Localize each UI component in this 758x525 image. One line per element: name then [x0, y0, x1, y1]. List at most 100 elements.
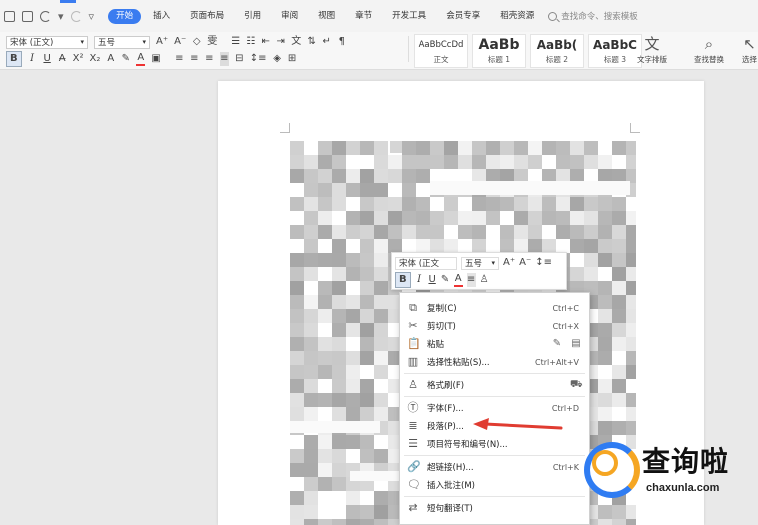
print-preview-icon[interactable]: [22, 10, 33, 22]
menu-item-copy[interactable]: ⧉ 复制(C) Ctrl+C: [400, 299, 589, 317]
clear-format-icon[interactable]: ◇: [192, 35, 201, 49]
select-button[interactable]: ↖ 选择: [742, 34, 757, 65]
paragraph-mark-icon[interactable]: ¶: [337, 35, 346, 49]
sort-icon[interactable]: ⇅: [307, 35, 316, 49]
blur-cell: [458, 155, 472, 169]
paste-keep-format-icon[interactable]: ✎: [551, 338, 563, 350]
borders-icon[interactable]: ⊞: [288, 52, 297, 66]
subscript-icon[interactable]: X₂: [89, 52, 100, 66]
blur-cell: [304, 295, 318, 309]
print-icon[interactable]: [4, 10, 15, 22]
underline-icon[interactable]: U: [428, 273, 437, 287]
blur-cell: [318, 351, 332, 365]
blur-cell: [332, 463, 346, 477]
tab-references[interactable]: 引用: [234, 0, 271, 32]
numbered-list-icon[interactable]: ☷: [246, 35, 255, 49]
blur-cell: [346, 435, 360, 449]
chinese-layout-icon[interactable]: 文: [291, 35, 301, 49]
menu-item-shortcut: Ctrl+X: [552, 321, 579, 331]
grow-font-icon[interactable]: A⁺: [156, 35, 168, 49]
justify-icon[interactable]: ≡: [219, 52, 229, 66]
style-heading-3[interactable]: AaBbC 标题 3: [588, 34, 642, 68]
highlight-icon[interactable]: ✎: [121, 52, 130, 66]
strikethrough-icon[interactable]: A̶: [58, 52, 67, 66]
mini-font-name-select[interactable]: 宋体 (正文: [395, 256, 457, 270]
shrink-font-icon[interactable]: A⁻: [519, 256, 531, 270]
menu-item-bullets-numbering[interactable]: ☰ 项目符号和编号(N)...: [400, 435, 589, 453]
shading-icon[interactable]: ◈: [273, 52, 282, 66]
font-color-icon[interactable]: A: [453, 273, 463, 287]
font-size-select[interactable]: 五号 ▾: [94, 35, 150, 49]
format-painter-icon[interactable]: ♙: [480, 273, 489, 287]
superscript-icon[interactable]: X²: [73, 52, 84, 66]
blur-cell: [304, 169, 318, 183]
customize-dropdown-icon[interactable]: ▿: [89, 11, 95, 22]
bold-icon[interactable]: B: [6, 51, 22, 67]
italic-icon[interactable]: I: [28, 52, 37, 66]
line-spacing-icon[interactable]: ↕≡: [250, 52, 267, 66]
align-center-icon[interactable]: ≡: [190, 52, 199, 66]
undo-dropdown-icon[interactable]: ▾: [58, 11, 64, 22]
tab-developer[interactable]: 开发工具: [382, 0, 436, 32]
grow-font-icon[interactable]: A⁺: [503, 256, 515, 270]
mini-format-row: B I U ✎ A ≡ ♙: [395, 272, 489, 288]
paste-text-only-icon[interactable]: ▤: [570, 338, 582, 350]
show-marks-icon[interactable]: ↵: [322, 35, 331, 49]
shrink-font-icon[interactable]: A⁻: [174, 35, 186, 49]
style-normal[interactable]: AaBbCcDd 正文: [414, 34, 468, 68]
undo-icon[interactable]: [40, 10, 51, 22]
text-effect-icon[interactable]: A: [106, 52, 115, 66]
bold-icon[interactable]: B: [395, 272, 411, 288]
phonetic-icon[interactable]: 雯: [207, 35, 217, 49]
text-layout-button[interactable]: 文 文字排版: [637, 34, 667, 65]
mini-font-size-select[interactable]: 五号 ▾: [461, 256, 499, 270]
menu-item-format-painter[interactable]: ♙ 格式刷(F) ⛟: [400, 376, 589, 394]
menu-item-label: 插入批注(M): [427, 481, 475, 491]
menu-item-font[interactable]: Ⓣ 字体(F)... Ctrl+D: [400, 399, 589, 417]
tab-review[interactable]: 审阅: [271, 0, 308, 32]
blur-cell: [304, 309, 318, 323]
font-color-icon[interactable]: A: [136, 52, 146, 66]
find-replace-button[interactable]: ⌕ 查找替换: [694, 34, 724, 65]
command-search[interactable]: 查找命令、搜索模板: [548, 10, 638, 22]
align-icon[interactable]: ≡: [466, 273, 476, 287]
italic-icon[interactable]: I: [415, 273, 424, 287]
char-border-icon[interactable]: ▣: [151, 52, 160, 66]
blur-cell: [626, 267, 636, 281]
format-painter-side-icon[interactable]: ⛟: [570, 379, 583, 391]
tab-view[interactable]: 视图: [308, 0, 345, 32]
style-heading-2[interactable]: AaBb( 标题 2: [530, 34, 584, 68]
underline-icon[interactable]: U: [43, 52, 52, 66]
blur-cell: [416, 211, 430, 225]
highlight-icon[interactable]: ✎: [441, 273, 450, 287]
menu-item-translate[interactable]: ⇄ 短句翻译(T): [400, 499, 589, 517]
bullet-list-icon[interactable]: ☰: [231, 35, 240, 49]
align-right-icon[interactable]: ≡: [205, 52, 214, 66]
font-name-select[interactable]: 宋体 (正文) ▾: [6, 35, 88, 49]
redo-icon[interactable]: [70, 10, 82, 22]
menu-item-hyperlink[interactable]: 🔗 超链接(H)... Ctrl+K: [400, 458, 589, 476]
blur-cell: [612, 239, 626, 253]
tab-section[interactable]: 章节: [345, 0, 382, 32]
tab-insert[interactable]: 插入: [143, 0, 180, 32]
tab-docer-resources[interactable]: 稻壳资源: [490, 0, 544, 32]
blur-cell: [584, 239, 598, 253]
cut-icon: ✂: [408, 319, 418, 332]
tab-page-layout[interactable]: 页面布局: [180, 0, 234, 32]
menu-item-insert-comment[interactable]: 🗨 插入批注(M): [400, 476, 589, 494]
blur-cell: [472, 141, 486, 155]
style-heading-1[interactable]: AaBb 标题 1: [472, 34, 526, 68]
align-left-icon[interactable]: ≡: [175, 52, 184, 66]
menu-item-paste-special[interactable]: ▥ 选择性粘贴(S)... Ctrl+Alt+V: [400, 353, 589, 371]
blur-cell: [346, 267, 360, 281]
decrease-indent-icon[interactable]: ⇤: [261, 35, 270, 49]
blur-cell: [374, 449, 388, 463]
distributed-icon[interactable]: ⊟: [235, 52, 244, 66]
menu-item-paste[interactable]: 📋 粘贴 ✎ ▤: [400, 335, 589, 353]
tab-home[interactable]: 开始: [108, 8, 142, 24]
increase-indent-icon[interactable]: ⇥: [276, 35, 285, 49]
line-spacing-icon[interactable]: ↕≡: [535, 256, 552, 270]
menu-item-shortcut: Ctrl+C: [552, 303, 579, 313]
tab-member[interactable]: 会员专享: [436, 0, 490, 32]
menu-item-cut[interactable]: ✂ 剪切(T) Ctrl+X: [400, 317, 589, 335]
